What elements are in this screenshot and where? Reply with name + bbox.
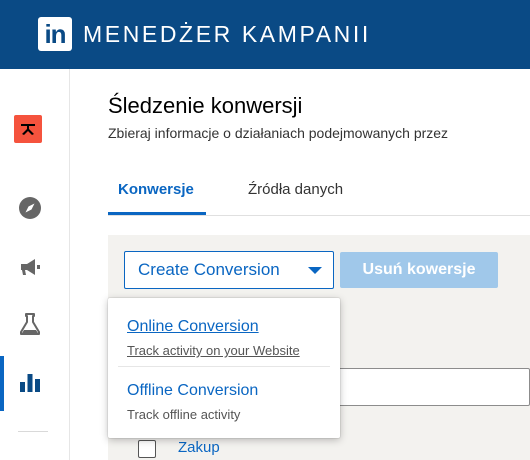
tabs-divider [108, 215, 530, 216]
online-conversion-option[interactable]: Online Conversion Track activity on your… [108, 304, 340, 366]
create-conversion-label: Create Conversion [138, 260, 280, 279]
create-conversion-button[interactable]: Create Conversion [124, 251, 334, 289]
flask-icon[interactable] [17, 311, 43, 337]
option-description: Track activity on your Website [127, 343, 300, 358]
option-description: Track offline activity [127, 407, 241, 422]
nav-divider [18, 431, 48, 432]
dropdown-divider [118, 366, 330, 367]
caret-down-icon [308, 267, 322, 274]
linkedin-logo[interactable]: in [38, 17, 72, 51]
offline-conversion-option[interactable]: Offline Conversion Track offline activit… [108, 368, 340, 430]
option-title: Online Conversion [127, 318, 259, 335]
tab-data-sources[interactable]: Źródła danych [248, 181, 343, 198]
bar-chart-icon[interactable] [17, 369, 43, 395]
delete-conversions-button[interactable]: Usuń kowersje [340, 252, 498, 288]
compass-icon[interactable] [17, 195, 43, 221]
create-conversion-dropdown: Online Conversion Track activity on your… [108, 298, 340, 438]
active-nav-indicator [0, 356, 4, 411]
top-header: in MENEDŻER KAMPANII [0, 0, 530, 69]
account-avatar-icon[interactable] [14, 115, 42, 143]
sidebar [0, 69, 70, 460]
conversion-name-link[interactable]: Zakup [178, 439, 220, 456]
option-title: Offline Conversion [127, 382, 259, 399]
page-subtitle: Zbieraj informacje o działaniach podejmo… [108, 125, 449, 141]
row-checkbox[interactable] [138, 440, 156, 458]
megaphone-icon[interactable] [17, 254, 43, 280]
tab-conversions[interactable]: Konwersje [118, 181, 194, 198]
app-title: MENEDŻER KAMPANII [83, 21, 371, 47]
page-title: Śledzenie konwersji [108, 93, 303, 118]
